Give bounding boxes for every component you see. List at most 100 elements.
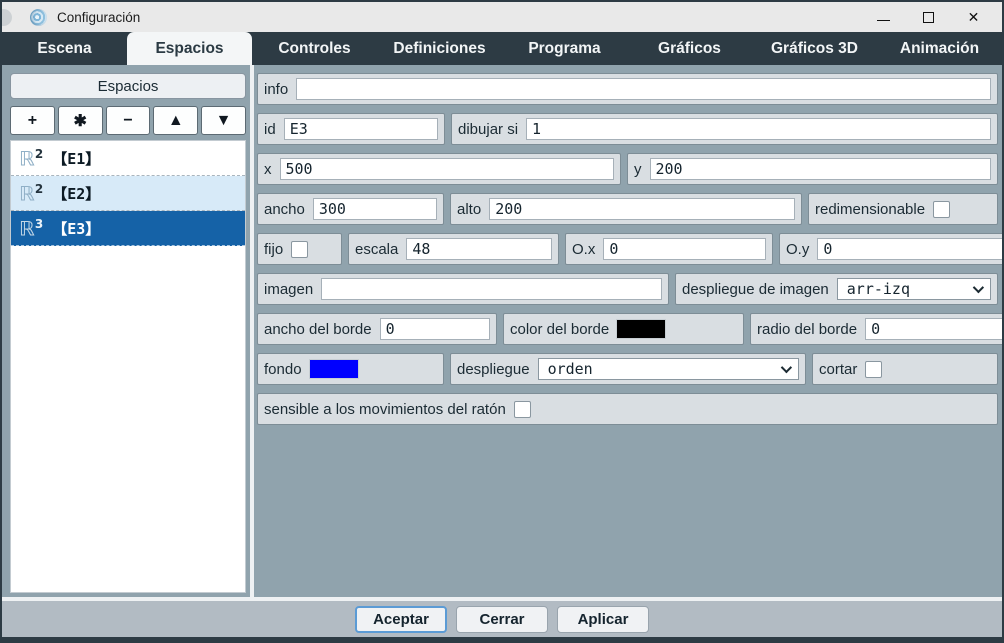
space-id-label: 【E3】 — [52, 218, 100, 239]
sensible-checkbox[interactable] — [514, 401, 531, 418]
titlebar: Configuración ✕ — [2, 2, 1002, 32]
imagen-input[interactable] — [321, 278, 662, 300]
imagen-field: imagen — [257, 273, 669, 305]
dibujar-si-label: dibujar si — [458, 121, 518, 138]
space-id-label: 【E1】 — [52, 148, 100, 169]
fondo-field: fondo — [257, 353, 444, 385]
ancho-borde-field: ancho del borde — [257, 313, 497, 345]
tab-animacion[interactable]: Animación — [877, 32, 1002, 65]
aceptar-button[interactable]: Aceptar — [355, 606, 447, 633]
tab-definiciones[interactable]: Definiciones — [377, 32, 502, 65]
spaces-toolbar: + ✱ − ▲ ▼ — [10, 106, 246, 135]
tab-programa[interactable]: Programa — [502, 32, 627, 65]
despliegue-imagen-field: despliegue de imagen arr-izq — [675, 273, 998, 305]
fijo-label: fijo — [264, 241, 283, 258]
color-borde-swatch[interactable] — [617, 320, 665, 338]
sensible-field: sensible a los movimientos del ratón — [257, 393, 998, 425]
despliegue-imagen-label: despliegue de imagen — [682, 281, 829, 298]
list-item-e1[interactable]: ℝ2 【E1】 — [11, 141, 245, 176]
space-type-symbol: ℝ2 — [19, 183, 43, 204]
ancho-borde-input[interactable] — [380, 318, 490, 340]
chevron-down-icon — [781, 362, 792, 373]
window-title: Configuración — [57, 10, 140, 25]
list-item-e2[interactable]: ℝ2 【E2】 — [11, 176, 245, 211]
ox-field: O.x — [565, 233, 773, 265]
redimensionable-field: redimensionable — [808, 193, 998, 225]
fondo-label: fondo — [264, 361, 302, 378]
alto-field: alto — [450, 193, 802, 225]
duplicate-space-button[interactable]: ✱ — [58, 106, 103, 135]
tab-escena[interactable]: Escena — [2, 32, 127, 65]
cortar-label: cortar — [819, 361, 857, 378]
id-input[interactable] — [284, 118, 438, 140]
tab-controles[interactable]: Controles — [252, 32, 377, 65]
despliegue-label: despliegue — [457, 361, 530, 378]
fondo-swatch[interactable] — [310, 360, 358, 378]
color-borde-field: color del borde — [503, 313, 744, 345]
tab-graficos[interactable]: Gráficos — [627, 32, 752, 65]
oy-field: O.y — [779, 233, 1004, 265]
window-controls: ✕ — [861, 2, 996, 32]
move-space-down-button[interactable]: ▼ — [201, 106, 246, 135]
info-input[interactable] — [296, 78, 991, 100]
aplicar-button[interactable]: Aplicar — [557, 606, 649, 633]
radio-borde-field: radio del borde — [750, 313, 1004, 345]
x-input[interactable] — [280, 158, 615, 180]
despliegue-field: despliegue orden — [450, 353, 806, 385]
info-field: info — [257, 73, 998, 105]
spaces-panel: Espacios + ✱ − ▲ ▼ ℝ2 【E1】 ℝ2 【E2】 ℝ3 — [2, 65, 250, 597]
close-button[interactable]: ✕ — [951, 2, 996, 32]
tab-espacios[interactable]: Espacios — [127, 32, 252, 65]
imagen-label: imagen — [264, 281, 313, 298]
despliegue-select[interactable]: orden — [538, 358, 799, 380]
ancho-field: ancho — [257, 193, 444, 225]
redimensionable-label: redimensionable — [815, 201, 925, 218]
escala-input[interactable] — [406, 238, 552, 260]
minimize-button[interactable] — [861, 2, 906, 32]
dibujar-si-field: dibujar si — [451, 113, 998, 145]
tab-bar: Escena Espacios Controles Definiciones P… — [2, 32, 1002, 65]
alto-input[interactable] — [489, 198, 795, 220]
escala-field: escala — [348, 233, 559, 265]
remove-space-button[interactable]: − — [106, 106, 151, 135]
main-content: Espacios + ✱ − ▲ ▼ ℝ2 【E1】 ℝ2 【E2】 ℝ3 — [2, 65, 1002, 597]
space-id-label: 【E2】 — [52, 183, 100, 204]
space-type-symbol: ℝ3 — [19, 218, 43, 239]
y-label: y — [634, 161, 642, 178]
fijo-checkbox[interactable] — [291, 241, 308, 258]
cortar-checkbox[interactable] — [865, 361, 882, 378]
configuration-window: Configuración ✕ Escena Espacios Controle… — [0, 0, 1004, 643]
ancho-label: ancho — [264, 201, 305, 218]
x-field: x — [257, 153, 621, 185]
sensible-label: sensible a los movimientos del ratón — [264, 401, 506, 418]
ancho-borde-label: ancho del borde — [264, 321, 372, 338]
despliegue-imagen-select[interactable]: arr-izq — [837, 278, 991, 300]
descartes-logo-icon — [30, 9, 47, 26]
space-properties-form: info id dibujar si x — [254, 65, 1002, 597]
maximize-button[interactable] — [906, 2, 951, 32]
alto-label: alto — [457, 201, 481, 218]
list-item-e3-selected[interactable]: ℝ3 【E3】 — [11, 211, 245, 246]
cerrar-button[interactable]: Cerrar — [456, 606, 548, 633]
y-field: y — [627, 153, 998, 185]
radio-borde-input[interactable] — [865, 318, 1004, 340]
chevron-down-icon — [973, 282, 984, 293]
redimensionable-checkbox[interactable] — [933, 201, 950, 218]
ancho-input[interactable] — [313, 198, 437, 220]
move-space-up-button[interactable]: ▲ — [153, 106, 198, 135]
id-field: id — [257, 113, 445, 145]
cortar-field: cortar — [812, 353, 998, 385]
footer-bar: Aceptar Cerrar Aplicar — [2, 601, 1002, 637]
dibujar-si-input[interactable] — [526, 118, 991, 140]
maximize-icon — [923, 12, 934, 23]
add-space-button[interactable]: + — [10, 106, 55, 135]
spaces-panel-header: Espacios — [10, 73, 246, 99]
tab-graficos-3d[interactable]: Gráficos 3D — [752, 32, 877, 65]
oy-input[interactable] — [817, 238, 1004, 260]
space-type-symbol: ℝ2 — [19, 148, 43, 169]
info-label: info — [264, 81, 288, 98]
id-label: id — [264, 121, 276, 138]
ox-input[interactable] — [603, 238, 766, 260]
spaces-list: ℝ2 【E1】 ℝ2 【E2】 ℝ3 【E3】 — [10, 140, 246, 593]
y-input[interactable] — [650, 158, 992, 180]
